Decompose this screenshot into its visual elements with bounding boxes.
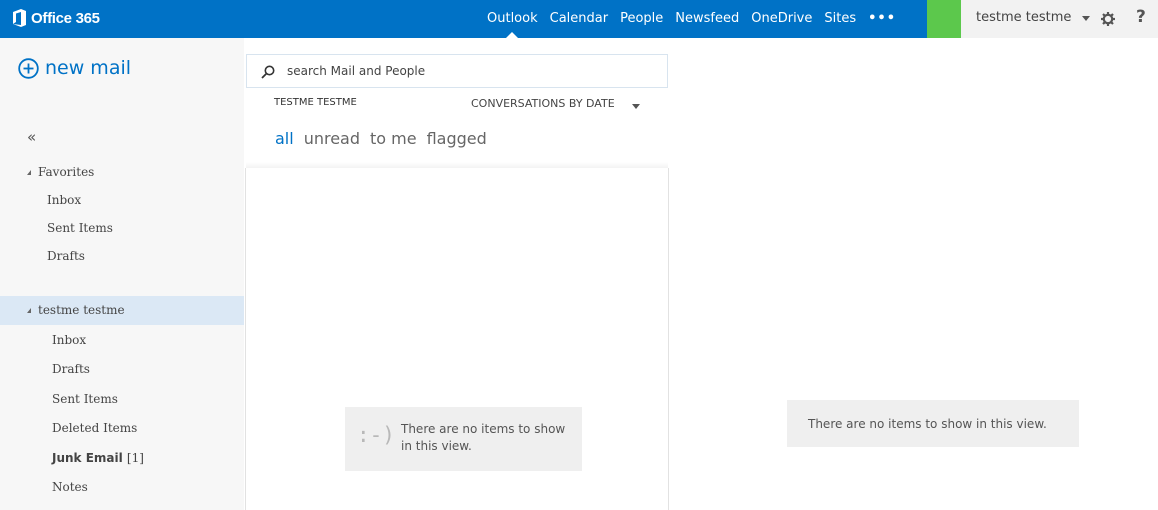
nav-sites[interactable]: Sites <box>824 0 856 38</box>
filter-bar: all unread to me flagged <box>275 129 497 148</box>
expanded-triangle-icon <box>27 308 31 313</box>
account-header[interactable]: testme testme <box>0 296 244 325</box>
status-tile <box>927 0 961 38</box>
nav-outlook[interactable]: Outlook <box>487 0 538 38</box>
smiley-icon: :-) <box>357 423 395 447</box>
folder-junk-email[interactable]: Junk Email [1] <box>52 451 144 465</box>
filter-flagged[interactable]: flagged <box>427 129 487 148</box>
search-input[interactable]: search Mail and People <box>287 64 425 78</box>
favorite-drafts[interactable]: Drafts <box>47 249 85 263</box>
user-area: testme testme ? <box>961 0 1158 38</box>
nav-people[interactable]: People <box>620 0 663 38</box>
filter-all[interactable]: all <box>275 129 294 148</box>
nav-calendar[interactable]: Calendar <box>550 0 608 38</box>
chevron-down-icon[interactable] <box>1082 16 1090 21</box>
folder-deleted-items[interactable]: Deleted Items <box>52 421 137 435</box>
reading-pane-empty-message: There are no items to show in this view. <box>787 400 1079 447</box>
folder-pane <box>0 38 244 510</box>
app-nav: Outlook Calendar People Newsfeed OneDriv… <box>481 0 896 38</box>
user-menu[interactable]: testme testme <box>976 0 1071 36</box>
collapse-pane-button[interactable]: « <box>27 128 36 146</box>
search-icon <box>261 65 275 79</box>
folder-junk-email-label: Junk Email <box>52 451 123 465</box>
new-mail-label: new mail <box>45 57 132 79</box>
filter-unread[interactable]: unread <box>304 129 360 148</box>
plus-circle-icon <box>18 57 39 79</box>
unread-count: [1] <box>126 451 144 465</box>
empty-list-message: :-) There are no items to show in this v… <box>345 407 582 471</box>
filter-to-me[interactable]: to me <box>370 129 417 148</box>
chevron-down-icon[interactable] <box>632 104 640 109</box>
folder-drafts[interactable]: Drafts <box>52 362 90 376</box>
favorites-label: Favorites <box>38 165 95 179</box>
brand-name: Office 365 <box>31 9 100 27</box>
search-box[interactable]: search Mail and People <box>246 54 668 88</box>
new-mail-button[interactable]: new mail <box>18 57 131 79</box>
app-header: Office 365 Outlook Calendar People Newsf… <box>0 0 1158 38</box>
folder-inbox[interactable]: Inbox <box>52 333 86 347</box>
favorites-header[interactable]: Favorites <box>0 158 244 187</box>
nav-onedrive[interactable]: OneDrive <box>751 0 812 38</box>
office-365-logo[interactable]: Office 365 <box>12 9 100 27</box>
office-logo-icon <box>13 9 26 27</box>
favorite-sent-items[interactable]: Sent Items <box>47 221 113 235</box>
folder-sent-items[interactable]: Sent Items <box>52 392 118 406</box>
gear-icon[interactable] <box>1101 12 1115 26</box>
folder-notes[interactable]: Notes <box>52 480 88 494</box>
favorite-inbox[interactable]: Inbox <box>47 193 81 207</box>
more-apps-icon[interactable]: ••• <box>868 0 896 38</box>
mailbox-header: TESTME TESTME <box>274 97 357 108</box>
nav-newsfeed[interactable]: Newsfeed <box>675 0 739 38</box>
expanded-triangle-icon <box>27 170 31 175</box>
help-icon[interactable]: ? <box>1136 7 1146 27</box>
account-label: testme testme <box>38 303 125 317</box>
empty-list-text: There are no items to show in this view. <box>401 422 566 453</box>
reading-pane-empty-text: There are no items to show in this view. <box>808 417 1047 431</box>
sort-dropdown[interactable]: CONVERSATIONS BY DATE <box>471 97 615 110</box>
